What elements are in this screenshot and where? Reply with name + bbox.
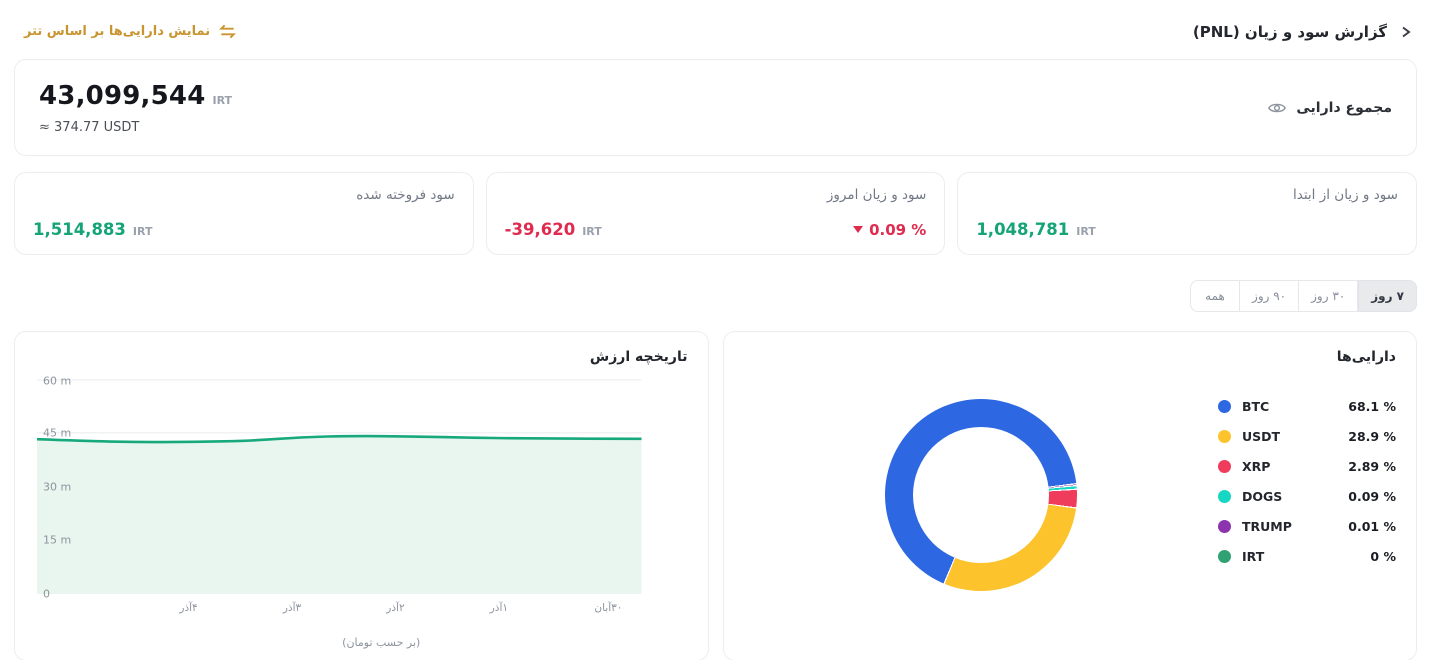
topbar: گزارش سود و زیان (PNL) نمایش دارایی‌ها ب…	[14, 0, 1417, 41]
area-chart-svg	[37, 379, 642, 594]
irt-dot-icon	[1218, 550, 1231, 563]
y-tick: 45 m	[43, 426, 71, 439]
stat-card-pnl-from-start: سود و زیان از ابتدا 1,048,781 IRT	[957, 172, 1417, 255]
page-title: گزارش سود و زیان (PNL)	[1193, 23, 1387, 41]
total-assets-value: 43,099,544	[39, 81, 205, 111]
legend-row-btc: BTC68.1 %	[1218, 391, 1396, 421]
y-tick: 60 m	[43, 375, 71, 388]
x-tick: ۱آذر	[490, 602, 508, 614]
assets-donut-chart	[885, 399, 1077, 591]
stat-label: سود فروخته شده	[33, 187, 455, 203]
show-assets-in-usdt-label: نمایش دارایی‌ها بر اساس تتر	[24, 24, 210, 39]
assets-chart-title: دارایی‌ها	[744, 349, 1397, 365]
stat-value: -39,620	[505, 220, 576, 239]
xrp-dot-icon	[1218, 460, 1231, 473]
tab-30-days[interactable]: ۳۰ روز	[1298, 280, 1358, 312]
eye-icon[interactable]	[1267, 98, 1287, 118]
y-axis: 60 m 45 m 30 m 15 m 0	[35, 379, 75, 594]
show-assets-in-usdt-link[interactable]: نمایش دارایی‌ها بر اساس تتر	[24, 22, 237, 41]
pnl-report-page: گزارش سود و زیان (PNL) نمایش دارایی‌ها ب…	[0, 0, 1431, 660]
total-assets-values: 43,099,544 IRT ≈ 374.77 USDT	[39, 81, 232, 135]
usdt-dot-icon	[1218, 430, 1231, 443]
legend-row-usdt: USDT28.9 %	[1218, 421, 1396, 451]
btc-dot-icon	[1218, 400, 1231, 413]
triangle-down-icon	[853, 226, 863, 233]
total-assets-currency: IRT	[212, 94, 232, 107]
total-assets-approx-usdt: ≈ 374.77 USDT	[39, 120, 232, 135]
dogs-dot-icon	[1218, 490, 1231, 503]
assets-legend: BTC68.1 % USDT28.9 % XRP2.89 % DOGS0.09 …	[1218, 391, 1396, 571]
stat-currency: IRT	[1076, 225, 1096, 238]
x-tick: ۴آذر	[179, 602, 197, 614]
stat-currency: IRT	[582, 225, 602, 238]
value-history-card: تاریخچه ارزش 60 m 45 m 30 m 15 m 0 ۳۰آبا…	[14, 331, 709, 660]
stat-value: 1,048,781	[976, 220, 1069, 239]
chevron-right-icon[interactable]	[1397, 24, 1413, 40]
x-tick: ۲آذر	[386, 602, 404, 614]
donut-hole	[913, 427, 1049, 563]
assets-donut-card: دارایی‌ها BTC68.1 % USDT28.9 % XRP2.89 %…	[723, 331, 1418, 660]
trump-dot-icon	[1218, 520, 1231, 533]
y-tick: 30 m	[43, 480, 71, 493]
history-chart-caption: (بر حسب تومان)	[35, 636, 688, 649]
stat-card-sold-profit: سود فروخته شده 1,514,883 IRT	[14, 172, 474, 255]
x-tick: ۳۰آبان	[594, 602, 622, 614]
legend-row-irt: IRT0 %	[1218, 541, 1396, 571]
stat-cards-row: سود و زیان از ابتدا 1,048,781 IRT سود و ز…	[14, 172, 1417, 255]
stat-label: سود و زیان امروز	[505, 187, 927, 203]
total-assets-card: مجموع دارایی 43,099,544 IRT ≈ 374.77 USD…	[14, 59, 1417, 156]
total-assets-label-row: مجموع دارایی	[1267, 98, 1392, 118]
back-title-group[interactable]: گزارش سود و زیان (PNL)	[1193, 23, 1413, 41]
legend-row-xrp: XRP2.89 %	[1218, 451, 1396, 481]
total-assets-label: مجموع دارایی	[1296, 100, 1392, 116]
x-axis: ۳۰آبان ۱آذر ۲آذر ۳آذر ۴آذر	[79, 602, 688, 618]
charts-row: دارایی‌ها BTC68.1 % USDT28.9 % XRP2.89 %…	[14, 331, 1417, 660]
stat-value: 1,514,883	[33, 220, 126, 239]
y-tick: 0	[43, 588, 50, 601]
x-tick: ۳آذر	[283, 602, 301, 614]
swap-icon	[218, 22, 237, 41]
tab-all[interactable]: همه	[1190, 280, 1240, 312]
stat-percent: 0.09 %	[853, 221, 926, 239]
history-chart: 60 m 45 m 30 m 15 m 0	[35, 379, 688, 594]
stat-label: سود و زیان از ابتدا	[976, 187, 1398, 203]
tab-7-days[interactable]: ۷ روز	[1358, 280, 1417, 312]
history-plot	[37, 379, 642, 594]
tab-90-days[interactable]: ۹۰ روز	[1239, 280, 1299, 312]
period-tabs: ۷ روز ۳۰ روز ۹۰ روز همه	[1191, 280, 1417, 312]
donut-area	[744, 375, 1219, 591]
stat-currency: IRT	[133, 225, 153, 238]
history-chart-title: تاریخچه ارزش	[35, 349, 688, 365]
y-tick: 15 m	[43, 534, 71, 547]
legend-row-dogs: DOGS0.09 %	[1218, 481, 1396, 511]
stat-card-pnl-today: سود و زیان امروز 0.09 % -39,620 IRT	[486, 172, 946, 255]
legend-row-trump: TRUMP0.01 %	[1218, 511, 1396, 541]
